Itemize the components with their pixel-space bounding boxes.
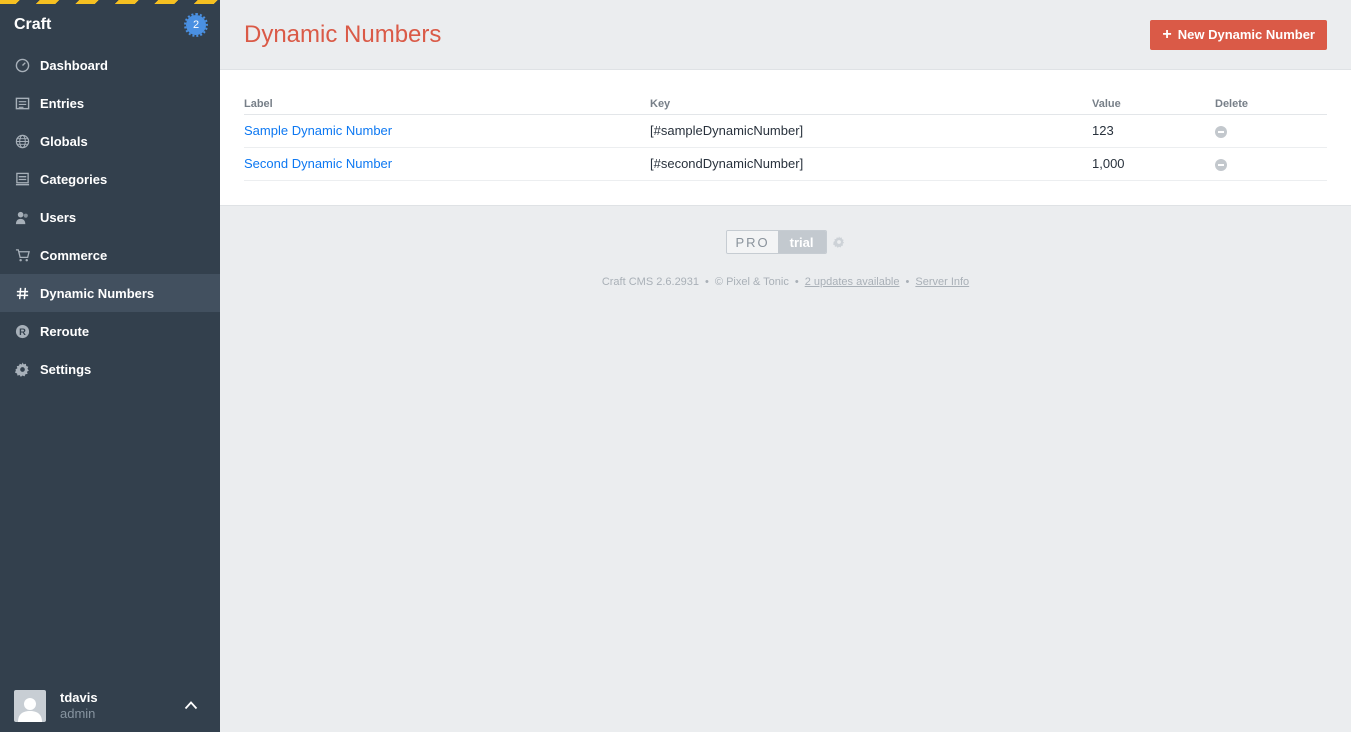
chevron-up-icon[interactable] [184,700,198,710]
sidebar-item-dashboard[interactable]: Dashboard [0,46,220,84]
edition-badge: PRO trial [726,230,844,254]
row-key: [#sampleDynamicNumber] [650,114,1092,148]
globe-icon [14,133,30,149]
row-value: 1,000 [1092,147,1215,181]
dynamic-number-link[interactable]: Sample Dynamic Number [244,123,392,138]
sidebar-item-entries[interactable]: Entries [0,84,220,122]
footer: PRO trial Craft CMS 2.6.2931 • © Pixel & T… [220,230,1351,288]
row-key: [#secondDynamicNumber] [650,147,1092,181]
brand-bar: Craft 2 [0,0,220,46]
updates-link[interactable]: 2 updates available [805,276,900,288]
user-name: tdavis [60,690,98,705]
sidebar-item-users[interactable]: Users [0,198,220,236]
version-text: Craft CMS 2.6.2931 [601,276,700,288]
delete-icon[interactable] [1215,158,1227,171]
row-delete-cell [1215,147,1327,181]
table-row: Sample Dynamic Number [#sampleDynamicNum… [244,114,1327,148]
main-content: Dynamic Numbers + New Dynamic Number Lab… [220,0,1351,732]
sidebar-item-categories[interactable]: Categories [0,160,220,198]
page-title: Dynamic Numbers [244,20,442,48]
delete-icon[interactable] [1215,125,1227,138]
sidebar-item-globals[interactable]: Globals [0,122,220,160]
user-menu[interactable]: tdavis admin [0,680,220,732]
sidebar-item-reroute[interactable]: R Reroute [0,312,220,350]
updates-badge[interactable]: 2 [184,13,208,37]
svg-text:R: R [19,326,26,336]
dynamic-numbers-panel: Label Key Value Delete Sample Dynamic Nu… [220,70,1351,206]
column-key: Key [650,94,1092,115]
sidebar-item-label: Dynamic Numbers [40,285,155,301]
gear-icon[interactable] [832,236,845,248]
sidebar-item-label: Categories [40,171,108,187]
column-value: Value [1092,94,1215,115]
edition-box[interactable]: PRO trial [726,230,827,254]
sidebar-item-label: Users [40,209,77,225]
new-dynamic-number-button[interactable]: + New Dynamic Number [1150,19,1327,50]
copyright-text: © Pixel & Tonic [714,276,789,288]
table-header-row: Label Key Value Delete [244,94,1327,115]
dashboard-icon [14,57,30,73]
new-button-label: New Dynamic Number [1177,27,1315,42]
sidebar-item-settings[interactable]: Settings [0,350,220,388]
hash-icon [14,285,30,301]
sidebar-item-label: Entries [40,95,85,111]
column-delete: Delete [1215,94,1327,115]
sidebar-item-label: Commerce [40,247,108,263]
sidebar: Craft 2 Dashboard Entries Globals Catego… [0,0,220,732]
sidebar-item-dynamic-numbers[interactable]: Dynamic Numbers [0,274,220,312]
row-label-cell: Sample Dynamic Number [244,114,650,148]
sidebar-item-label: Globals [40,133,88,149]
dynamic-number-link[interactable]: Second Dynamic Number [244,156,392,171]
row-value: 123 [1092,114,1215,148]
entries-icon [14,95,30,111]
row-label-cell: Second Dynamic Number [244,147,650,181]
server-info-link[interactable]: Server Info [915,276,969,288]
footer-info: Craft CMS 2.6.2931 • © Pixel & Tonic • 2 upd… [601,276,970,288]
users-icon [14,209,30,225]
reroute-icon: R [14,323,30,339]
sidebar-item-label: Dashboard [40,57,108,73]
sidebar-item-label: Settings [40,361,92,377]
table-row: Second Dynamic Number [#secondDynamicNum… [244,147,1327,181]
avatar [14,690,46,722]
sidebar-item-label: Reroute [40,323,90,339]
sidebar-item-commerce[interactable]: Commerce [0,236,220,274]
page-header: Dynamic Numbers + New Dynamic Number [220,0,1351,70]
dynamic-numbers-table: Label Key Value Delete Sample Dynamic Nu… [244,94,1327,181]
cart-icon [14,247,30,263]
row-delete-cell [1215,114,1327,148]
column-label: Label [244,94,650,115]
edition-pro: PRO [727,231,778,253]
gear-icon [14,361,30,377]
edition-trial: trial [777,231,826,253]
categories-icon [14,171,30,187]
site-name[interactable]: Craft [14,16,51,34]
main-nav: Dashboard Entries Globals Categories Use… [0,46,220,388]
plus-icon: + [1162,25,1172,43]
user-role: admin [60,706,96,721]
